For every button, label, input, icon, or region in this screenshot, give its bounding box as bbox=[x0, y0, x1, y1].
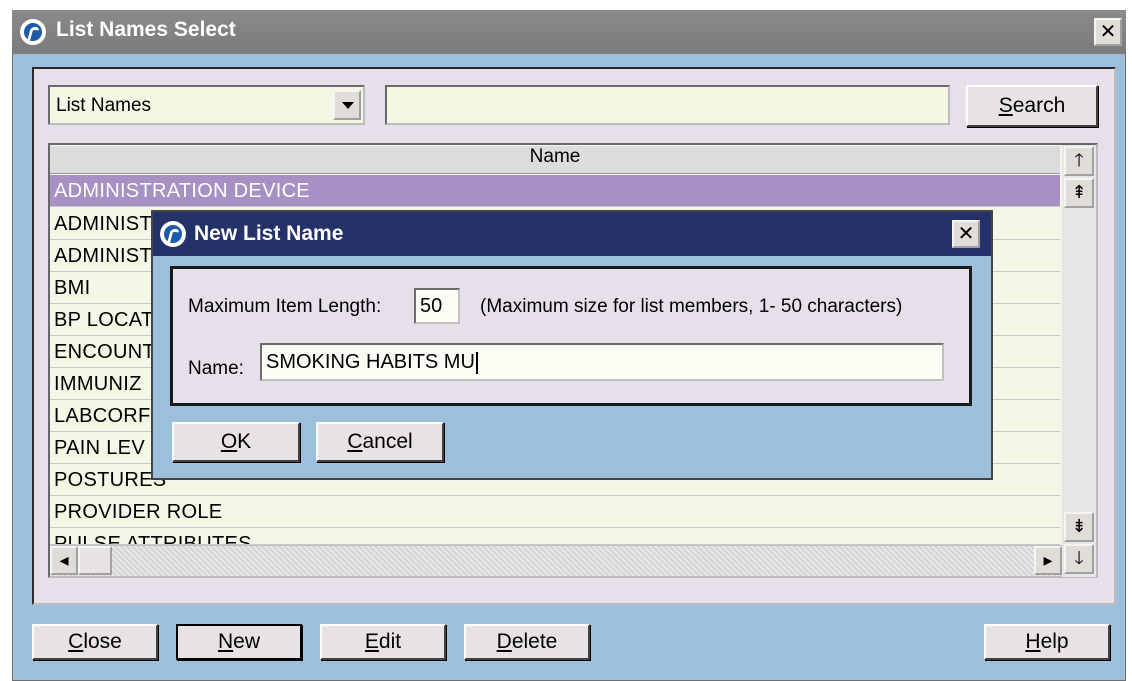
field-select-value: List Names bbox=[56, 95, 152, 116]
max-length-hint: (Maximum size for list members, 1- 50 ch… bbox=[480, 296, 903, 317]
close-mnemonic: C bbox=[68, 630, 84, 653]
close-icon: ✕ bbox=[1099, 19, 1117, 43]
close-icon: ✕ bbox=[957, 221, 975, 245]
dialog-panel bbox=[170, 266, 972, 406]
help-label-rest: elp bbox=[1040, 630, 1069, 653]
cancel-mnemonic: C bbox=[347, 430, 363, 453]
name-input-value: SMOKING HABITS MU bbox=[266, 351, 475, 373]
search-input[interactable] bbox=[385, 85, 950, 125]
dropdown-arrow-icon[interactable] bbox=[333, 90, 361, 120]
cancel-button[interactable]: Cancel bbox=[316, 422, 444, 462]
table-row[interactable]: PROVIDER ROLE bbox=[50, 496, 1060, 528]
delete-button[interactable]: Delete bbox=[464, 624, 590, 660]
max-length-label: Maximum Item Length: bbox=[188, 296, 382, 317]
new-mnemonic: N bbox=[217, 630, 234, 653]
ok-mnemonic: O bbox=[220, 430, 238, 453]
table-row[interactable]: PULSE ATTRIBUTES bbox=[50, 528, 1060, 545]
cancel-label-rest: ancel bbox=[362, 430, 413, 453]
edit-button[interactable]: Edit bbox=[320, 624, 446, 660]
name-column-header[interactable]: Name bbox=[50, 146, 1060, 174]
horizontal-scrollbar[interactable] bbox=[50, 545, 1062, 576]
close-label-rest: lose bbox=[83, 630, 122, 653]
table-row[interactable]: ADMINISTRATION DEVICE bbox=[50, 175, 1060, 207]
new-button[interactable]: New bbox=[176, 624, 302, 660]
page-up-icon[interactable]: ⇞ bbox=[1064, 178, 1094, 208]
name-input[interactable]: SMOKING HABITS MU bbox=[260, 343, 944, 381]
max-length-input[interactable]: 50 bbox=[414, 288, 460, 324]
window-close-button[interactable]: ✕ bbox=[1094, 18, 1122, 46]
ok-label-rest: K bbox=[237, 430, 252, 453]
scroll-down-icon[interactable]: 🡓 bbox=[1064, 544, 1094, 574]
scroll-up-icon[interactable]: 🡑 bbox=[1064, 146, 1094, 176]
search-label-rest: earch bbox=[1012, 94, 1066, 117]
name-label: Name: bbox=[188, 358, 244, 379]
close-button[interactable]: Close bbox=[32, 624, 158, 660]
search-mnemonic: S bbox=[998, 94, 1013, 117]
delete-mnemonic: D bbox=[496, 630, 512, 653]
app-logo-icon bbox=[160, 221, 186, 247]
scroll-left-icon[interactable]: ◂ bbox=[50, 546, 78, 575]
ok-button[interactable]: OK bbox=[172, 422, 300, 462]
text-caret bbox=[475, 351, 478, 374]
new-label-rest: ew bbox=[233, 630, 261, 653]
page-down-icon[interactable]: ⇟ bbox=[1064, 512, 1094, 542]
search-button[interactable]: Search bbox=[966, 85, 1098, 127]
edit-label-rest: dit bbox=[378, 630, 402, 653]
help-mnemonic: H bbox=[1025, 630, 1041, 653]
delete-label-rest: elete bbox=[511, 630, 558, 653]
edit-mnemonic: E bbox=[364, 630, 379, 653]
dialog-title: New List Name bbox=[194, 222, 344, 245]
scroll-right-icon[interactable]: ▸ bbox=[1034, 546, 1062, 575]
app-logo-icon bbox=[20, 19, 46, 45]
horizontal-scroll-thumb[interactable] bbox=[78, 546, 112, 575]
window-title: List Names Select bbox=[56, 18, 236, 41]
dialog-close-button[interactable]: ✕ bbox=[952, 220, 980, 248]
help-button[interactable]: Help bbox=[984, 624, 1110, 660]
